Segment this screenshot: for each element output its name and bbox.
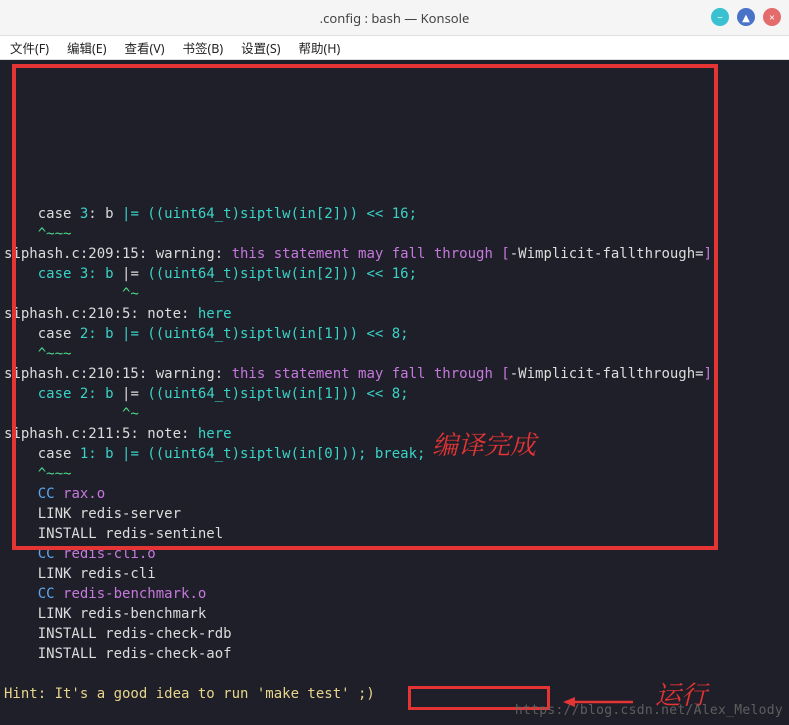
- terminal-text: redis-cli.o: [63, 546, 156, 562]
- close-button[interactable]: ×: [763, 8, 781, 26]
- terminal-viewport[interactable]: case 3: b |= ((uint64_t)siptlw(in[2])) <…: [0, 60, 789, 725]
- terminal-text: siphash.c:210:15: warning:: [4, 366, 232, 382]
- maximize-icon: ▲: [742, 10, 750, 24]
- terminal-text: case: [4, 446, 80, 462]
- terminal-text: case 2: b: [4, 386, 122, 402]
- terminal-line: case 3: b |= ((uint64_t)siptlw(in[2])) <…: [4, 264, 789, 284]
- terminal-text: LINK redis-server: [4, 506, 181, 522]
- maximize-button[interactable]: ▲: [737, 8, 755, 26]
- menu-file[interactable]: 文件(F): [10, 38, 49, 57]
- minimize-button[interactable]: −: [711, 8, 729, 26]
- terminal-text: |=: [122, 386, 147, 402]
- terminal-text: CC: [4, 546, 63, 562]
- terminal-text: 1: b: [80, 446, 122, 462]
- terminal-text: ^~: [4, 286, 139, 302]
- terminal-line: case 2: b |= ((uint64_t)siptlw(in[1])) <…: [4, 324, 789, 344]
- terminal-text: LINK redis-benchmark: [4, 606, 206, 622]
- terminal-text: case: [4, 326, 80, 342]
- menu-help[interactable]: 帮助(H): [298, 38, 340, 57]
- terminal-text: rax.o: [63, 486, 105, 502]
- terminal-text: case 3: b: [4, 266, 122, 282]
- menu-bookmark[interactable]: 书签(B): [182, 38, 223, 57]
- terminal-text: |= ((uint64_t)siptlw(in[2])) << 16;: [122, 206, 417, 222]
- terminal-text: redis-benchmark.o: [63, 586, 206, 602]
- terminal-line: siphash.c:210:5: note: here: [4, 304, 789, 324]
- terminal-line: siphash.c:209:15: warning: this statemen…: [4, 244, 789, 264]
- terminal-text: [: [501, 246, 509, 262]
- terminal-line: INSTALL redis-check-aof: [4, 644, 789, 664]
- terminal-text: ((uint64_t)siptlw(in[1])) << 8;: [147, 386, 408, 402]
- terminal-text: siphash.c:210:5: note:: [4, 306, 198, 322]
- terminal-line: ^~: [4, 284, 789, 304]
- terminal-line: LINK redis-benchmark: [4, 604, 789, 624]
- terminal-line: case 3: b |= ((uint64_t)siptlw(in[2])) <…: [4, 204, 789, 224]
- terminal-text: |= ((uint64_t)siptlw(in[1])) << 8;: [122, 326, 409, 342]
- terminal-text: -Wimplicit-fallthrough=: [510, 246, 704, 262]
- menu-view[interactable]: 查看(V): [124, 38, 164, 57]
- terminal-line: INSTALL redis-check-rdb: [4, 624, 789, 644]
- terminal-text: here: [198, 306, 232, 322]
- terminal-text: INSTALL redis-check-aof: [4, 646, 232, 662]
- terminal-line: ^~~~: [4, 224, 789, 244]
- terminal-line: LINK redis-server: [4, 504, 789, 524]
- terminal-line: case 1: b |= ((uint64_t)siptlw(in[0])); …: [4, 444, 789, 464]
- terminal-line: LINK redis-cli: [4, 564, 789, 584]
- terminal-text: case: [4, 206, 80, 222]
- terminal-text: CC: [4, 486, 63, 502]
- terminal-text: siphash.c:211:5: note:: [4, 426, 198, 442]
- watermark-text: https://blog.csdn.net/Alex_Melody: [515, 701, 783, 721]
- terminal-text: CC: [4, 586, 63, 602]
- terminal-text: 2: b: [80, 326, 122, 342]
- terminal-text: ^~~~: [4, 226, 71, 242]
- window-title: .config : bash — Konsole: [320, 9, 470, 27]
- terminal-line: ^~~~: [4, 464, 789, 484]
- terminal-line: CC rax.o: [4, 484, 789, 504]
- terminal-text: INSTALL redis-check-rdb: [4, 626, 232, 642]
- terminal-line: ^~: [4, 404, 789, 424]
- window-titlebar: .config : bash — Konsole − ▲ ×: [0, 0, 789, 36]
- terminal-text: LINK redis-cli: [4, 566, 156, 582]
- terminal-line: CC redis-cli.o: [4, 544, 789, 564]
- close-icon: ×: [769, 10, 775, 24]
- terminal-text: |=: [122, 266, 147, 282]
- terminal-text: ^~~~: [4, 346, 71, 362]
- menubar: 文件(F) 编辑(E) 查看(V) 书签(B) 设置(S) 帮助(H): [0, 36, 789, 60]
- terminal-text: ]: [704, 366, 712, 382]
- terminal-text: INSTALL redis-sentinel: [4, 526, 223, 542]
- terminal-line: [4, 184, 789, 204]
- terminal-text: ((uint64_t)siptlw(in[2])) << 16;: [147, 266, 417, 282]
- terminal-text: this statement may fall through: [232, 366, 502, 382]
- terminal-text: [: [501, 366, 509, 382]
- menu-edit[interactable]: 编辑(E): [67, 38, 106, 57]
- terminal-text: siphash.c:209:15: warning:: [4, 246, 232, 262]
- terminal-text: Hint: It's a good idea to run 'make test…: [4, 686, 375, 702]
- minimize-icon: −: [717, 10, 723, 24]
- terminal-text: ^~: [4, 406, 139, 422]
- terminal-text: -Wimplicit-fallthrough=: [510, 366, 704, 382]
- terminal-text: this statement may fall through: [232, 246, 502, 262]
- terminal-text: : b: [88, 206, 122, 222]
- terminal-text: here: [198, 426, 232, 442]
- terminal-line: case 2: b |= ((uint64_t)siptlw(in[1])) <…: [4, 384, 789, 404]
- terminal-line: CC redis-benchmark.o: [4, 584, 789, 604]
- terminal-line: siphash.c:211:5: note: here: [4, 424, 789, 444]
- terminal-line: siphash.c:210:15: warning: this statemen…: [4, 364, 789, 384]
- menu-settings[interactable]: 设置(S): [241, 38, 280, 57]
- terminal-line: ^~~~: [4, 344, 789, 364]
- terminal-line: INSTALL redis-sentinel: [4, 524, 789, 544]
- terminal-text: ^~~~: [4, 466, 71, 482]
- terminal-line: [4, 664, 789, 684]
- terminal-text: |= ((uint64_t)siptlw(in[0])); break;: [122, 446, 425, 462]
- window-controls: − ▲ ×: [711, 8, 781, 26]
- terminal-text: ]: [704, 246, 712, 262]
